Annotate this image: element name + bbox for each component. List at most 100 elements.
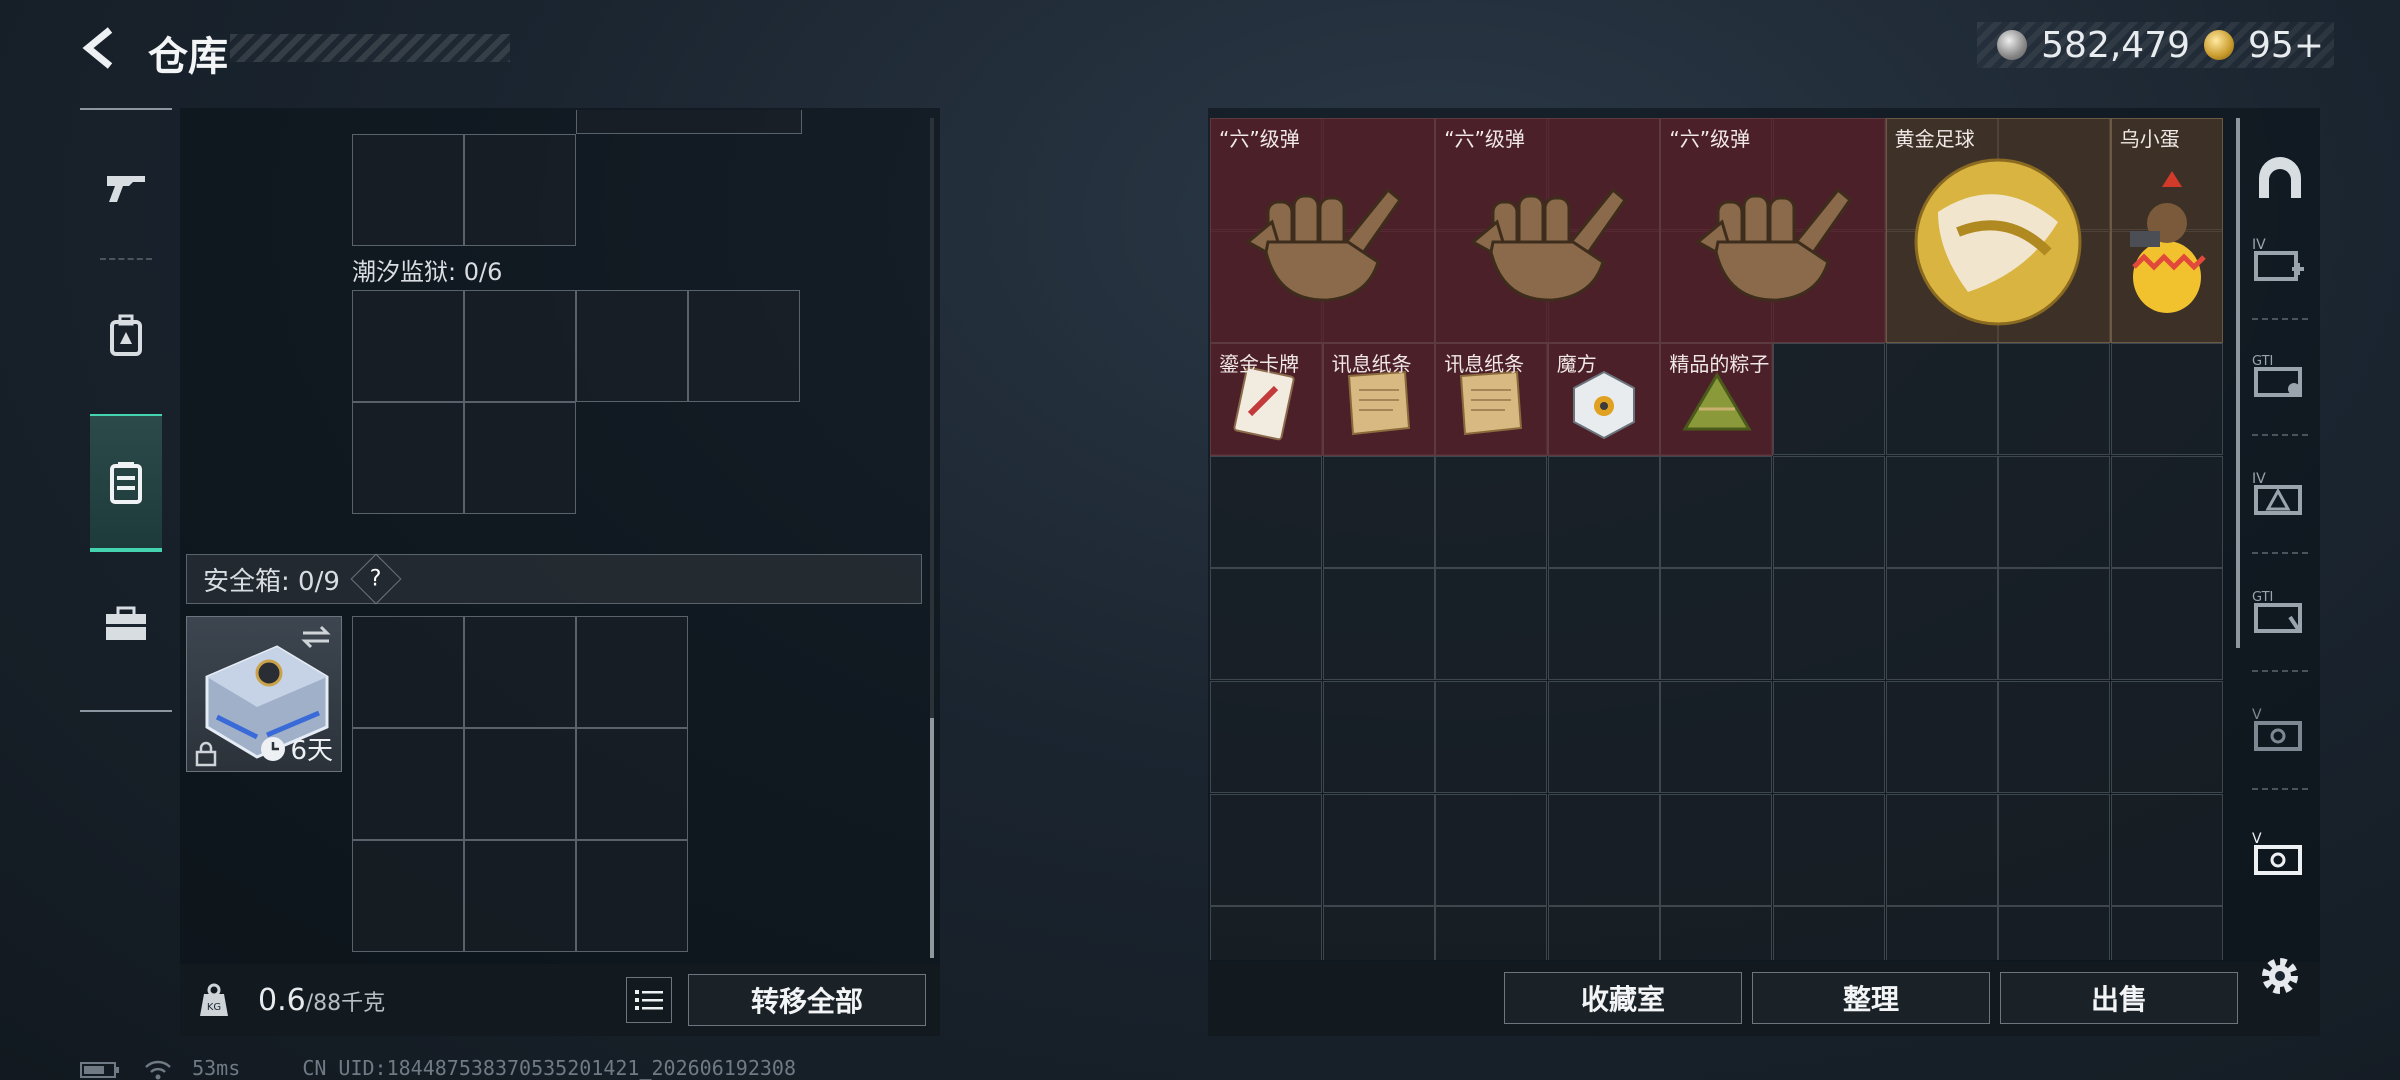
stash-item[interactable]: “六”级弹: [1210, 118, 1436, 344]
left-scrollbar[interactable]: [930, 118, 934, 958]
stash-item[interactable]: 讯息纸条: [1322, 343, 1436, 456]
stash-tab-gti-1[interactable]: GTI: [2252, 348, 2308, 404]
grid-slot[interactable]: [1322, 793, 1435, 906]
organize-button[interactable]: 整理: [1752, 972, 1990, 1024]
grid-slot[interactable]: [576, 110, 802, 134]
grid-slot[interactable]: [1660, 568, 1773, 681]
grid-slot[interactable]: [352, 134, 464, 246]
grid-slot[interactable]: [1435, 568, 1548, 681]
stash-item[interactable]: 黄金足球: [1885, 118, 2111, 344]
grid-slot[interactable]: [1998, 681, 2111, 793]
grid-slot[interactable]: [1885, 455, 1998, 568]
list-view-button[interactable]: [626, 977, 672, 1023]
stash-item[interactable]: “六”级弹: [1435, 118, 1661, 344]
grid-slot[interactable]: [352, 728, 464, 840]
settings-gear-icon[interactable]: [2256, 952, 2304, 1000]
grid-slot[interactable]: [464, 290, 576, 402]
nav-gun[interactable]: [90, 152, 162, 224]
grid-slot[interactable]: [1660, 455, 1773, 568]
stash-tab-iv-triangle[interactable]: IV: [2252, 466, 2308, 522]
grid-slot[interactable]: [2110, 793, 2223, 906]
grid-slot[interactable]: [1547, 793, 1660, 906]
stash-item[interactable]: 魔方: [1547, 343, 1661, 456]
grid-slot[interactable]: [1998, 793, 2111, 906]
stash-item[interactable]: 精品的粽子: [1660, 343, 1773, 456]
grid-slot[interactable]: [1210, 455, 1322, 568]
grid-slot[interactable]: [1435, 906, 1548, 960]
grid-slot[interactable]: [1547, 455, 1660, 568]
grid-slot[interactable]: [1885, 568, 1998, 681]
grid-slot[interactable]: [576, 616, 688, 728]
grid-slot[interactable]: [2110, 343, 2223, 456]
grid-slot[interactable]: [464, 840, 576, 952]
grid-slot[interactable]: [352, 616, 464, 728]
stash-tab-dome[interactable]: [2252, 150, 2308, 206]
grid-slot[interactable]: [1660, 906, 1773, 960]
help-button[interactable]: ?: [350, 553, 402, 605]
grid-slot[interactable]: [1322, 906, 1435, 960]
grid-slot[interactable]: [464, 616, 576, 728]
grid-slot[interactable]: [352, 290, 464, 402]
grid-slot[interactable]: [1210, 681, 1322, 793]
grid-slot[interactable]: [1322, 568, 1435, 681]
swap-icon[interactable]: [301, 625, 331, 649]
grid-slot[interactable]: [464, 728, 576, 840]
grid-slot[interactable]: [576, 728, 688, 840]
stash-item[interactable]: 乌小蛋: [2110, 118, 2224, 344]
grid-slot[interactable]: [1773, 568, 1885, 681]
grid-slot[interactable]: [2110, 681, 2223, 793]
grid-slot[interactable]: [1660, 681, 1773, 793]
grid-slot[interactable]: [1998, 906, 2111, 960]
grid-slot[interactable]: [1773, 681, 1885, 793]
grid-slot[interactable]: [1547, 681, 1660, 793]
grid-slot[interactable]: [1773, 455, 1885, 568]
grid-slot[interactable]: [1210, 906, 1322, 960]
stash-item[interactable]: “六”级弹: [1660, 118, 1886, 344]
sell-button[interactable]: 出售: [2000, 972, 2238, 1024]
grid-slot[interactable]: [1322, 455, 1435, 568]
back-arrow-icon[interactable]: [78, 26, 122, 70]
grid-slot[interactable]: [1660, 793, 1773, 906]
grid-slot[interactable]: [1998, 343, 2111, 456]
stash-tab-v-2[interactable]: V: [2252, 826, 2308, 882]
grid-slot[interactable]: [2110, 455, 2223, 568]
grid-slot[interactable]: [1885, 681, 1998, 793]
grid-slot[interactable]: [1435, 455, 1548, 568]
grid-slot[interactable]: [1998, 455, 2111, 568]
grid-slot[interactable]: [1885, 343, 1998, 456]
nav-storage[interactable]: [90, 414, 162, 552]
grid-slot[interactable]: [688, 290, 800, 402]
stash-tab-iv-add[interactable]: IV: [2252, 232, 2308, 288]
collection-room-button[interactable]: 收藏室: [1504, 972, 1742, 1024]
nav-backpack[interactable]: [90, 300, 162, 372]
grid-slot[interactable]: [576, 840, 688, 952]
grid-slot[interactable]: [1435, 793, 1548, 906]
safe-box-item[interactable]: 6天: [186, 616, 342, 772]
gold-currency-value[interactable]: 95+: [2248, 25, 2324, 66]
grid-slot[interactable]: [1773, 793, 1885, 906]
grid-slot[interactable]: [1773, 343, 1885, 456]
grid-slot[interactable]: [1210, 793, 1322, 906]
grid-slot[interactable]: [352, 402, 464, 514]
grid-slot[interactable]: [1210, 568, 1322, 681]
grid-slot[interactable]: [464, 402, 576, 514]
grid-slot[interactable]: [1773, 906, 1885, 960]
grid-slot[interactable]: [1885, 793, 1998, 906]
grid-slot[interactable]: [2110, 906, 2223, 960]
stash-tab-v-1[interactable]: V: [2252, 702, 2308, 758]
grid-slot[interactable]: [1547, 906, 1660, 960]
stash-item[interactable]: 讯息纸条: [1435, 343, 1548, 456]
nav-toolbox[interactable]: [90, 588, 162, 660]
grid-slot[interactable]: [1885, 906, 1998, 960]
grid-slot[interactable]: [1435, 681, 1548, 793]
stash-tab-gti-2[interactable]: GTI: [2252, 584, 2308, 640]
grid-slot[interactable]: [1322, 681, 1435, 793]
grid-slot[interactable]: [352, 840, 464, 952]
grid-slot[interactable]: [464, 134, 576, 246]
grid-slot[interactable]: [1547, 568, 1660, 681]
stash-item[interactable]: 鎏金卡牌: [1210, 343, 1323, 456]
grid-slot[interactable]: [2110, 568, 2223, 681]
transfer-all-button[interactable]: 转移全部: [688, 974, 926, 1026]
grid-slot[interactable]: [1998, 568, 2111, 681]
grid-slot[interactable]: [576, 290, 688, 402]
